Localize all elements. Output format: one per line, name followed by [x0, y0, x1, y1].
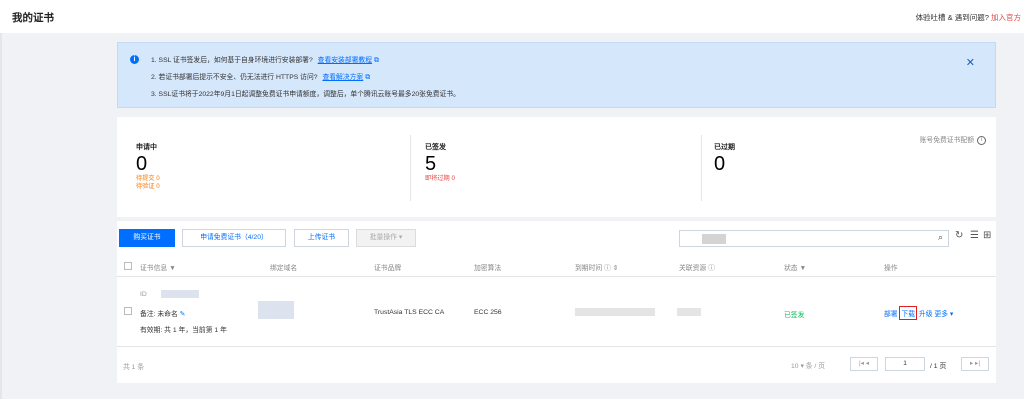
notice-line-3-text: 3. SSL证书将于2022年9月1日起调整免费证书申请额度，调整后，单个腾讯云… — [151, 91, 460, 98]
th-action: 操作 — [884, 265, 898, 272]
notice-line-1: 1. SSL 证书签发后，如何基于自身环境进行安装部署? 查看安装部署教程 ⧉ — [151, 54, 379, 65]
page-title: 我的证书 — [12, 12, 54, 24]
redacted-expire-time — [575, 308, 655, 316]
divider — [410, 135, 411, 201]
th-domain: 绑定域名 — [270, 265, 298, 272]
filter-icon[interactable]: ▼ — [799, 265, 806, 272]
table-header: 证书信息 ▼ 绑定域名 证书品牌 加密算法 到期时间 ⓘ ⇕ 关联资源 ⓘ 状态… — [117, 255, 996, 277]
more-dropdown[interactable]: 更多 ▾ — [934, 311, 953, 318]
refresh-icon[interactable]: ↻ — [955, 230, 963, 241]
top-bar: 我的证书 体验吐槽 & 遇到问题? 加入官方 — [0, 0, 1024, 33]
list-settings-icon[interactable]: ☰ — [970, 230, 979, 241]
buy-certificate-button[interactable]: 购买证书 — [119, 229, 175, 247]
help-icon[interactable]: ⓘ — [708, 265, 715, 272]
free-quota-link[interactable]: 账号免费证书配额 i — [920, 134, 986, 145]
cert-note: 备注: 未命名 ✎ — [140, 308, 185, 318]
stat-applying-value: 0 — [136, 153, 148, 175]
th-brand: 证书品牌 — [374, 265, 402, 272]
stat-pending-submit: 待提交 0 — [136, 175, 160, 182]
notice-line-2: 2. 若证书部署后提示不安全、仍无法进行 HTTPS 访问? 查看解决方案 ⧉ — [151, 71, 370, 82]
grid-view-icon[interactable]: ⊞ — [983, 230, 991, 241]
question-icon[interactable]: i — [977, 135, 986, 145]
close-icon[interactable]: ✕ — [966, 56, 975, 69]
edit-icon[interactable]: ✎ — [180, 311, 186, 318]
cert-brand: TrustAsia TLS ECC CA — [374, 309, 445, 316]
notice-line-2-text: 2. 若证书部署后提示不安全、仍无法进行 HTTPS 访问? — [151, 74, 318, 81]
filter-icon[interactable]: ▼ — [169, 265, 176, 272]
search-input[interactable]: ⌕ — [679, 230, 949, 247]
stat-pending-verify: 待验证 0 — [136, 183, 160, 190]
upgrade-link[interactable]: 升级 — [919, 311, 933, 318]
page-number-input[interactable]: 1 — [885, 357, 925, 371]
cert-id-label: ID — [140, 291, 147, 298]
install-guide-link[interactable]: 查看安装部署教程 — [318, 57, 372, 64]
join-official-link[interactable]: 加入官方 — [991, 13, 1021, 22]
upload-certificate-button[interactable]: 上传证书 — [294, 229, 349, 247]
th-cert-info-label: 证书信息 — [140, 265, 168, 272]
note-value: 未命名 — [157, 311, 178, 318]
sort-icon[interactable]: ⇕ — [613, 265, 619, 272]
notice-banner: i 1. SSL 证书签发后，如何基于自身环境进行安装部署? 查看安装部署教程 ⧉… — [117, 42, 996, 108]
stat-expired-label: 已过期 — [714, 144, 735, 151]
certificate-list-card: 购买证书 申请免费证书（4/20） 上传证书 批量操作 ▾ ⌕ ↻ ☰ ⊞ 证书… — [117, 221, 996, 383]
th-status[interactable]: 状态 ▼ — [784, 262, 806, 272]
feedback-area: 体验吐槽 & 遇到问题? 加入官方 — [916, 12, 1021, 23]
cert-validity: 有效期: 共 1 年，当前第 1 年 — [140, 324, 227, 334]
page-size-select[interactable]: 10 ▾ 条 / 页 — [791, 360, 825, 370]
divider — [701, 135, 702, 201]
stat-expired[interactable]: 已过期 0 — [714, 142, 735, 175]
redacted-resource — [677, 308, 701, 316]
stat-expired-value: 0 — [714, 153, 726, 175]
search-icon[interactable]: ⌕ — [938, 232, 943, 243]
row-checkbox[interactable] — [124, 307, 132, 315]
help-icon[interactable]: ⓘ — [604, 265, 611, 272]
batch-operation-button[interactable]: 批量操作 ▾ — [356, 229, 416, 247]
solution-link[interactable]: 查看解决方案 — [322, 74, 363, 81]
stat-applying-label: 申请中 — [136, 144, 157, 151]
left-strip — [0, 33, 2, 399]
download-link[interactable]: 下载 — [899, 306, 918, 320]
validity-value: 共 1 年，当前第 1 年 — [164, 327, 227, 334]
free-quota-label: 账号免费证书配额 — [919, 137, 974, 144]
stat-applying[interactable]: 申请中 0 待提交 0 待验证 0 — [136, 142, 160, 191]
external-link-icon: ⧉ — [365, 74, 371, 81]
apply-free-certificate-button[interactable]: 申请免费证书（4/20） — [182, 229, 286, 247]
th-algorithm: 加密算法 — [474, 265, 502, 272]
notice-line-1-text: 1. SSL 证书签发后，如何基于自身环境进行安装部署? — [151, 57, 313, 64]
th-resource: 关联资源 ⓘ — [679, 262, 715, 272]
cert-algorithm: ECC 256 — [474, 309, 502, 316]
status-badge: 已签发 — [784, 312, 805, 319]
notice-line-3: 3. SSL证书将于2022年9月1日起调整免费证书申请额度，调整后，单个腾讯云… — [151, 88, 460, 98]
info-icon: i — [130, 55, 139, 64]
redacted-domain — [258, 301, 294, 319]
stat-issued-value: 5 — [425, 153, 437, 175]
stat-issued-label: 已签发 — [425, 144, 446, 151]
table-footer: 共 1 条 10 ▾ 条 / 页 |◂ ◂ 1 / 1 页 ▸ ▸| — [117, 347, 996, 383]
pager-first-prev[interactable]: |◂ ◂ — [850, 357, 878, 371]
th-expire-label: 到期时间 — [575, 265, 603, 272]
stat-issued[interactable]: 已签发 5 即将过期 0 — [425, 142, 455, 183]
validity-label: 有效期: — [140, 327, 163, 334]
redacted-cert-id[interactable] — [161, 290, 199, 298]
stats-card: 账号免费证书配额 i 申请中 0 待提交 0 待验证 0 已签发 5 即将过期 0… — [117, 117, 996, 217]
row-actions: 部署 下载 升级 更多 ▾ — [884, 306, 953, 320]
table-row: ID 备注: 未命名 ✎ 有效期: 共 1 年，当前第 1 年 TrustAsi… — [117, 277, 996, 347]
note-label: 备注: — [140, 311, 156, 318]
deploy-link[interactable]: 部署 — [884, 311, 898, 318]
feedback-text: 体验吐槽 & 遇到问题? — [915, 13, 989, 22]
th-expire[interactable]: 到期时间 ⓘ ⇕ — [575, 262, 618, 272]
total-count: 共 1 条 — [123, 364, 145, 371]
th-resource-label: 关联资源 — [679, 265, 707, 272]
total-pages: / 1 页 — [930, 363, 947, 370]
redacted-text — [702, 234, 726, 244]
stat-expiring-soon: 即将过期 0 — [425, 175, 455, 182]
th-status-label: 状态 — [784, 265, 798, 272]
external-link-icon: ⧉ — [374, 57, 380, 64]
th-cert-info[interactable]: 证书信息 ▼ — [140, 262, 176, 272]
select-all-checkbox[interactable] — [124, 262, 132, 270]
pager-next-last[interactable]: ▸ ▸| — [961, 357, 989, 371]
